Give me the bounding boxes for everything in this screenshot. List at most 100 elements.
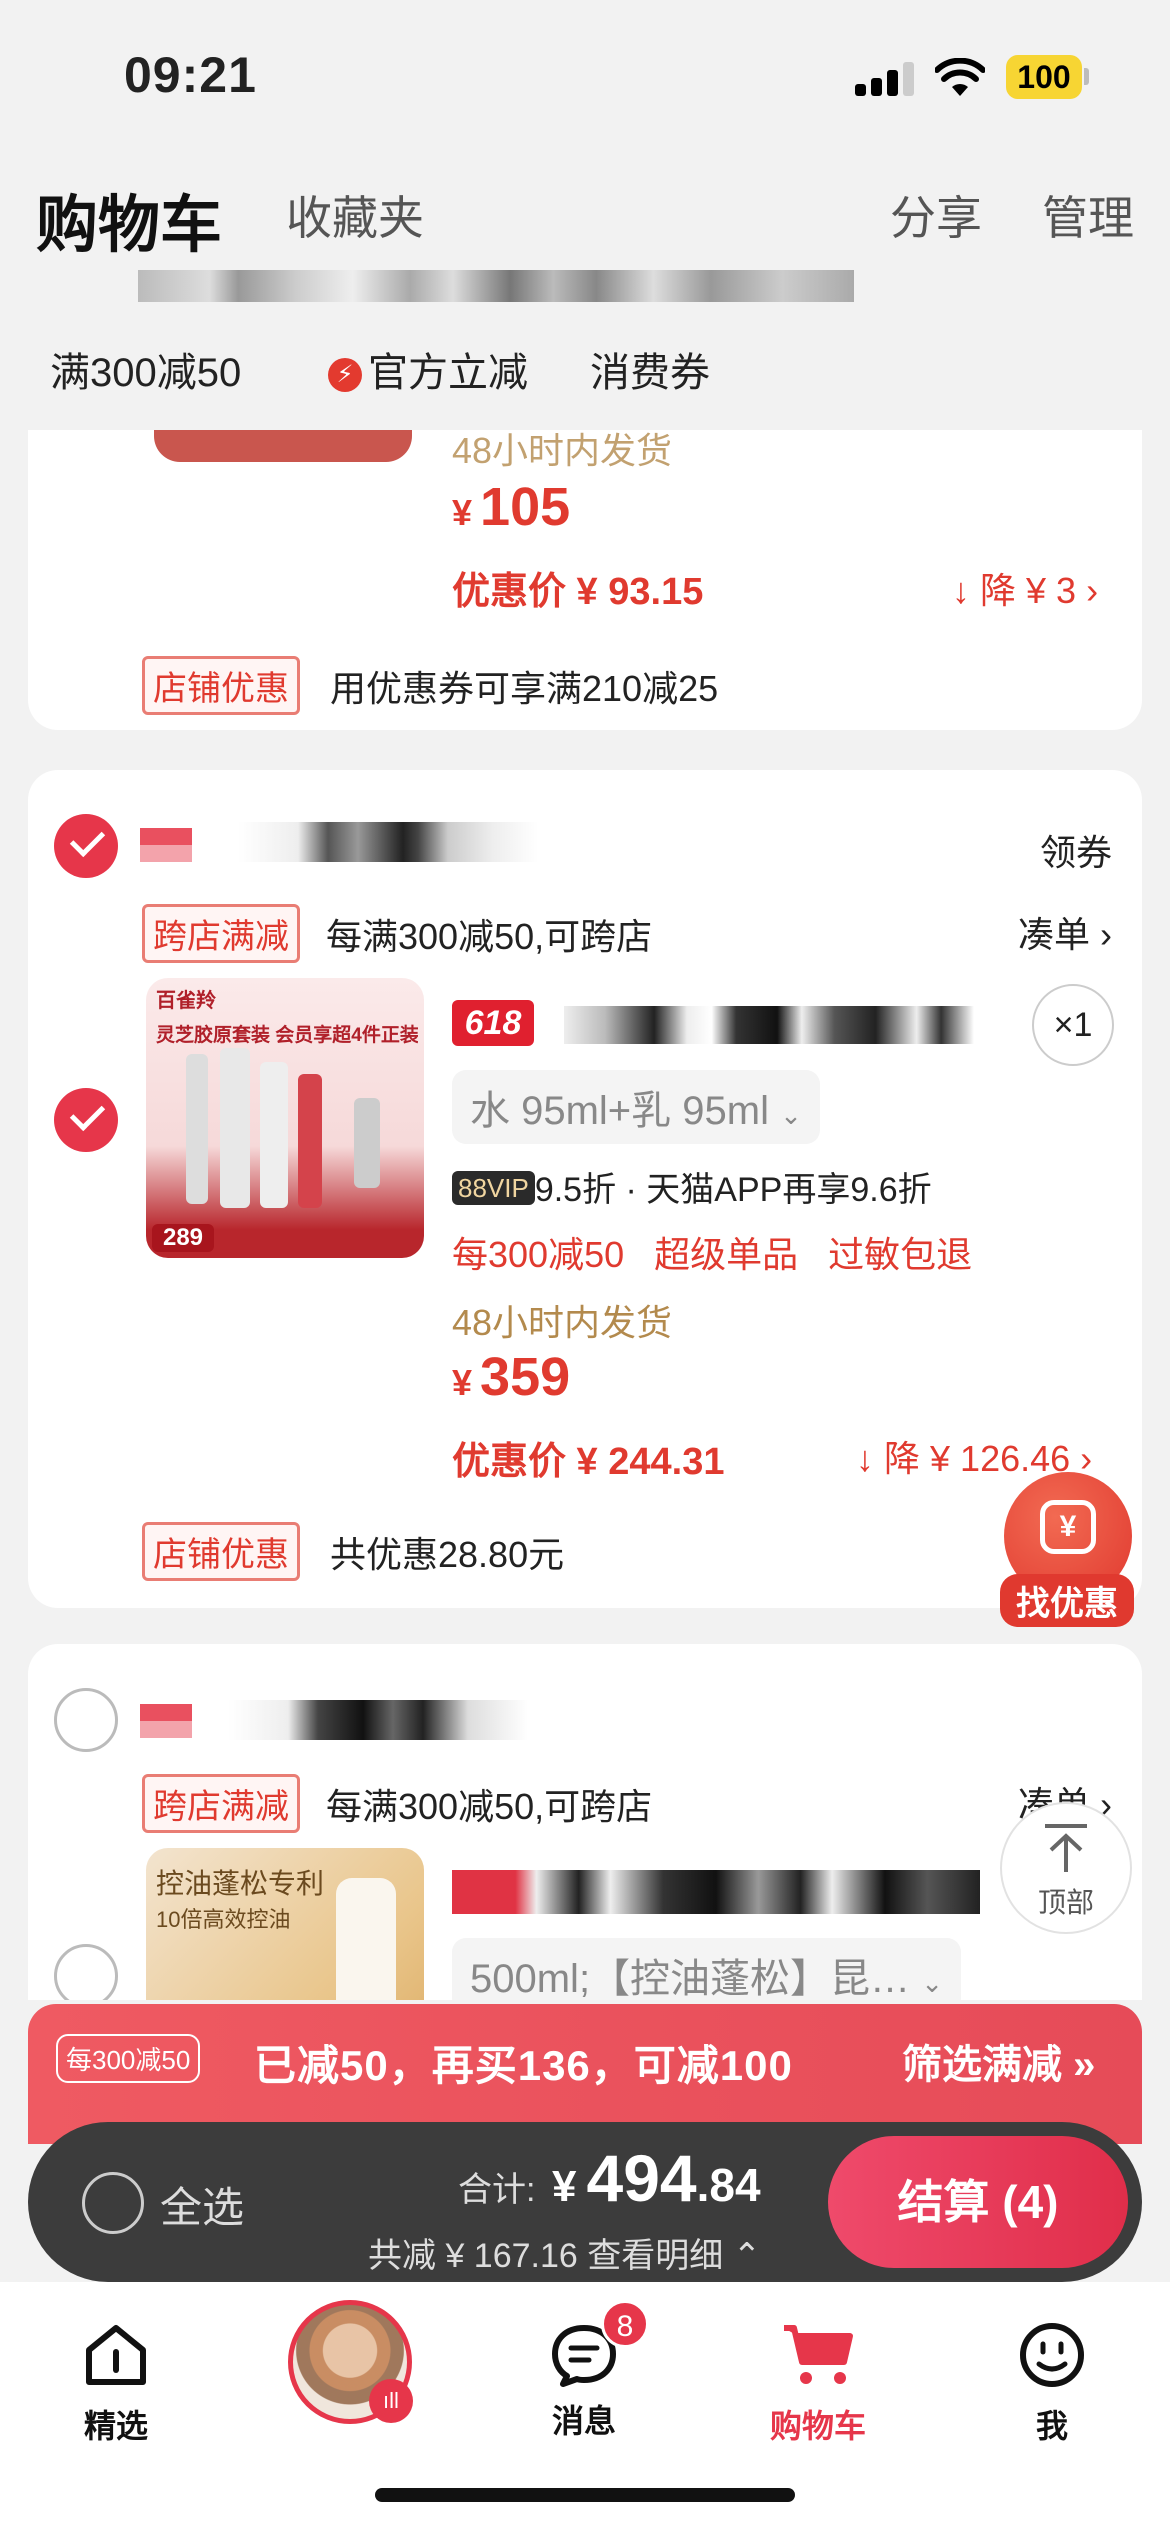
vip-text: 9.5折 · 天猫APP再享9.6折 <box>534 1171 932 1209</box>
live-icon: ıll <box>369 2379 413 2423</box>
promo-tags: 每300减50 超级单品 过敏包退 <box>452 1234 973 1275</box>
total-decimal: .84 <box>696 2159 761 2211</box>
add-on-link[interactable]: 凑单 › <box>1018 906 1112 958</box>
shipping-note: 48小时内发货 <box>452 1302 673 1343</box>
sku-label: 水 95ml+乳 95ml <box>470 1089 769 1133</box>
select-all-label[interactable]: 全选 <box>160 2174 244 2235</box>
tab-label: 精选 <box>83 2408 148 2444</box>
yen-symbol: ¥ <box>452 1362 473 1403</box>
sku-selector[interactable]: 水 95ml+乳 95ml ⌄ <box>452 1070 820 1144</box>
item-checkbox[interactable] <box>54 1944 118 2000</box>
filter-bar: 满300减50 ⚡ 官方立减 消费券 <box>0 330 1170 410</box>
home-indicator <box>375 2488 795 2502</box>
product-thumbnail[interactable]: 百雀羚 灵芝胶原套装 会员享超4件正装 289 <box>146 978 424 1258</box>
lightning-icon: ⚡ <box>328 358 362 392</box>
promo-tag: 每300减50 <box>56 2034 201 2083</box>
shop-discount-text: 用优惠券可享满210减25 <box>330 668 719 709</box>
battery-indicator: 100 <box>1006 55 1082 99</box>
shop-checkbox[interactable] <box>54 814 118 878</box>
clock: 09:21 <box>124 47 257 103</box>
chevron-right-icon: › <box>1100 914 1113 955</box>
shop-discount-text: 共优惠28.80元 <box>330 1534 565 1575</box>
product-title-redacted[interactable] <box>564 1006 974 1044</box>
filter-coupon[interactable]: 消费券 <box>590 340 710 398</box>
address-redacted <box>138 270 854 302</box>
sku-selector[interactable]: 500ml;【控油蓬松】昆… ⌄ <box>452 1938 961 2000</box>
product-thumbnail[interactable] <box>154 430 412 462</box>
get-coupon-button[interactable]: 领券 <box>1040 824 1112 876</box>
product-price: ¥105 <box>452 476 570 538</box>
shop-name-redacted[interactable] <box>228 1700 528 1740</box>
sku-label: 500ml;【控油蓬松】昆… <box>470 1957 911 2000</box>
select-all-checkbox[interactable] <box>82 2172 144 2234</box>
discount-price: 优惠价 ¥ 93.15 <box>452 571 704 613</box>
tab-profile[interactable]: 我 <box>972 2322 1132 2447</box>
yen-symbol: ¥ <box>552 2162 577 2211</box>
yen-coupon-icon: ¥ <box>1040 1500 1096 1554</box>
chevron-down-icon: ⌄ <box>780 1100 802 1130</box>
filter-reduction-link[interactable]: 筛选满减 » <box>902 2032 1095 2090</box>
product-thumbnail[interactable]: 控油蓬松专利 10倍高效控油 <box>146 1848 424 2000</box>
shop-name-redacted[interactable] <box>238 822 538 862</box>
wifi-icon <box>935 58 985 96</box>
savings-detail-link[interactable]: 共减 ¥ 167.16 查看明细 ⌃ <box>368 2228 761 2277</box>
quantity-badge[interactable]: ×1 <box>1032 984 1114 1066</box>
filter-full-reduction[interactable]: 满300减50 <box>50 340 241 398</box>
shop-checkbox[interactable] <box>54 1688 118 1752</box>
share-button[interactable]: 分享 <box>890 182 982 248</box>
back-to-top-button[interactable]: 顶部 <box>1000 1802 1132 1934</box>
price-drop-link[interactable]: ↓ 降 ¥ 3 › <box>952 562 1098 614</box>
vip-badge: 88VIP <box>452 1171 535 1205</box>
cross-store-tag: 跨店满减 <box>142 904 300 963</box>
thumb-title: 控油蓬松专利 <box>156 1868 325 1899</box>
shop-logo <box>140 1704 192 1738</box>
discount-price: 优惠价 ¥ 244.31 <box>452 1441 725 1483</box>
checkout-button[interactable]: 结算 (4) <box>828 2136 1128 2268</box>
cross-store-text: 每满300减50,可跨店 <box>326 1786 653 1827</box>
cross-store-text: 每满300减50,可跨店 <box>326 916 653 957</box>
shipping-note: 48小时内发货 <box>452 430 673 471</box>
battery-tip <box>1084 68 1089 85</box>
tab-messages[interactable]: 8 消息 <box>504 2300 664 2442</box>
price-value: 359 <box>480 1347 571 1407</box>
down-arrow-icon: ↓ <box>856 1438 874 1479</box>
manage-button[interactable]: 管理 <box>1042 182 1134 248</box>
tab-label: 购物车 <box>769 2408 866 2444</box>
thumb-subtitle: 10倍高效控油 <box>156 1907 291 1932</box>
find-deal-button[interactable]: ¥ 找优惠 <box>1000 1472 1134 1627</box>
shop-logo <box>140 828 192 862</box>
cart-shop-card: 48小时内发货 ¥105 优惠价 ¥ 93.15 ↓ 降 ¥ 3 › 店铺优惠 … <box>28 430 1142 730</box>
shop-discount-tag: 店铺优惠 <box>142 1522 300 1581</box>
item-checkbox[interactable] <box>54 1088 118 1152</box>
cart-list[interactable]: 48小时内发货 ¥105 优惠价 ¥ 93.15 ↓ 降 ¥ 3 › 店铺优惠 … <box>0 430 1170 2000</box>
home-icon <box>86 2325 146 2385</box>
profile-icon <box>1020 2323 1084 2387</box>
filter-official-discount[interactable]: ⚡ 官方立减 <box>328 340 528 398</box>
cart-shop-card: 领券 跨店满减 每满300减50,可跨店 凑单 › 百雀羚 灵芝胶原套装 会员享… <box>28 770 1142 1608</box>
yen-symbol: ¥ <box>452 492 473 533</box>
down-arrow-icon: ↓ <box>952 570 970 611</box>
tab-label: 我 <box>1035 2408 1068 2444</box>
cart-header: 购物车 收藏夹 分享 管理 <box>0 150 1170 302</box>
total-label: 合计: <box>458 2171 536 2209</box>
cross-store-tag: 跨店满减 <box>142 1774 300 1833</box>
product-price: ¥359 <box>452 1346 570 1408</box>
tab-favorites[interactable]: 收藏夹 <box>286 182 424 248</box>
tab-label: 消息 <box>551 2403 616 2439</box>
chevron-down-icon: ⌄ <box>921 1968 943 1998</box>
add-on-label: 凑单 <box>1018 914 1091 955</box>
product-title-redacted[interactable] <box>452 1870 980 1914</box>
filter-official-label: 官方立减 <box>368 351 528 395</box>
tab-cart[interactable]: 购物车 <box>738 2322 898 2447</box>
vip-discount-line: 88VIP 9.5折 · 天猫APP再享9.6折 <box>452 1162 932 1211</box>
tab-avatar[interactable]: ıll <box>270 2300 430 2424</box>
message-badge: 8 <box>601 2300 649 2348</box>
tab-featured[interactable]: 精选 <box>36 2322 196 2447</box>
status-bar: 09:21 100 <box>0 0 1170 150</box>
promo-text: 已减50，再买136，可减100 <box>254 2042 793 2089</box>
cart-icon <box>784 2325 853 2384</box>
cart-shop-card: 跨店满减 每满300减50,可跨店 凑单 › 控油蓬松专利 10倍高效控油 50… <box>28 1644 1142 2000</box>
page-title: 购物车 <box>36 191 223 260</box>
checkout-bar: 全选 合计: ¥494.84 共减 ¥ 167.16 查看明细 ⌃ 结算 (4) <box>28 2122 1142 2282</box>
thumb-brand: 百雀羚 <box>156 990 216 1012</box>
